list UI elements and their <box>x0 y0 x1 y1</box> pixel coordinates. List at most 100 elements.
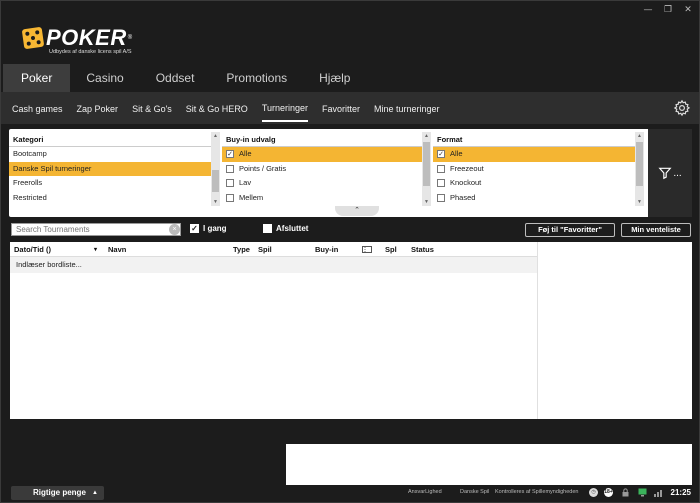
subtab-favoritter[interactable]: Favoritter <box>322 96 360 121</box>
buyin-item[interactable]: Mellem <box>222 191 431 206</box>
format-item[interactable]: Freezeout <box>433 162 644 177</box>
logo-registered: ® <box>127 35 133 41</box>
buyin-scrollbar[interactable]: ▲ ▼ <box>422 132 431 206</box>
format-item[interactable]: Knockout <box>433 176 644 191</box>
filter-panel: Kategori Bootcamp Danske Spil turneringe… <box>9 129 692 217</box>
col-name[interactable]: Navn <box>108 245 126 254</box>
tab-poker[interactable]: Poker <box>3 64 71 92</box>
checkbox[interactable] <box>226 179 234 188</box>
app-window: — ❐ ✕ POKER ® Udbydes af danske licens s… <box>0 0 700 503</box>
kategori-header: Kategori <box>9 132 220 147</box>
sub-nav: Cash games Zap Poker Sit & Go's Sit & Go… <box>1 92 699 124</box>
scroll-down-icon[interactable]: ▼ <box>211 198 220 206</box>
scroll-down-icon[interactable]: ▼ <box>635 198 644 206</box>
lock-icon <box>622 488 629 497</box>
main-nav: Poker Casino Oddset Promotions Hjælp <box>3 64 368 92</box>
buyin-item-label: Points / Gratis <box>239 163 287 173</box>
monitor-icon[interactable] <box>638 488 647 497</box>
age-limit-badge: 18+ <box>604 488 613 497</box>
format-item[interactable]: Phased <box>433 191 644 206</box>
tournament-toolbar: × ✓ I gang Afsluttet Føj til "Favoritter… <box>9 223 692 237</box>
add-favorite-button[interactable]: Føj til "Favoritter" <box>525 223 615 237</box>
checkbox[interactable] <box>437 164 445 173</box>
format-item-label: Knockout <box>450 178 482 187</box>
kategori-item[interactable]: Bootcamp <box>9 147 220 162</box>
sort-down-icon[interactable]: ▾ <box>94 246 97 253</box>
col-game[interactable]: Spil <box>258 245 272 254</box>
i-gang-checkbox[interactable]: ✓ <box>190 224 199 233</box>
gear-icon[interactable] <box>673 99 691 117</box>
scroll-up-icon[interactable]: ▲ <box>635 132 644 140</box>
scroll-thumb[interactable] <box>423 142 430 186</box>
checkbox-checked[interactable]: ✓ <box>226 150 234 159</box>
format-list: Format ✓ Alle Freezeout Knockout Phased ▲… <box>433 132 644 206</box>
filter-button[interactable]: ... <box>648 129 692 217</box>
kategori-scrollbar[interactable]: ▲ ▼ <box>211 132 220 206</box>
tab-promotions[interactable]: Promotions <box>212 64 301 92</box>
buyin-item[interactable]: Points / Gratis <box>222 162 431 177</box>
col-status[interactable]: Status <box>411 245 434 254</box>
format-item-label: Freezeout <box>450 163 484 173</box>
subtab-cash-games[interactable]: Cash games <box>12 96 63 121</box>
close-icon[interactable]: ✕ <box>683 5 693 15</box>
collapse-filters-button[interactable]: ⌃ <box>335 206 379 216</box>
format-item-label: Phased <box>450 192 476 202</box>
details-panel <box>286 444 692 485</box>
spillemyndigheden-label[interactable]: Kontrolleres af Spillemyndigheden <box>495 489 578 495</box>
tab-hjaelp[interactable]: Hjælp <box>305 64 364 92</box>
scroll-thumb[interactable] <box>212 170 219 192</box>
kategori-item[interactable]: Freerolls <box>9 176 220 191</box>
money-mode-button[interactable]: Rigtige penge ▲ <box>11 486 104 500</box>
loading-row: Indlæser bordliste... <box>10 257 537 273</box>
format-header: Format <box>433 132 644 147</box>
filter-more-label: ... <box>673 167 682 179</box>
checkbox[interactable] <box>226 164 234 173</box>
scroll-down-icon[interactable]: ▼ <box>422 198 431 206</box>
ticket-icon[interactable] <box>362 246 372 253</box>
logo-word: POKER <box>46 25 127 50</box>
buyin-item[interactable]: ✓ Alle <box>222 147 431 162</box>
kategori-item[interactable]: Danske Spil turneringer <box>9 161 220 176</box>
scroll-up-icon[interactable]: ▲ <box>422 132 431 140</box>
filter-afsluttet[interactable]: Afsluttet <box>263 224 308 233</box>
format-scrollbar[interactable]: ▲ ▼ <box>635 132 644 206</box>
window-controls: — ❐ ✕ <box>643 5 693 15</box>
subtab-zap-poker[interactable]: Zap Poker <box>77 96 119 121</box>
waitlist-button[interactable]: Min venteliste <box>621 223 691 237</box>
danske-spil-label: Danske Spil <box>460 489 490 495</box>
kategori-item[interactable]: Restricted <box>9 191 220 206</box>
checkbox[interactable] <box>226 193 234 202</box>
col-type[interactable]: Type <box>233 245 250 254</box>
col-buyin[interactable]: Buy-in <box>315 245 338 254</box>
col-players[interactable]: Spl <box>385 245 397 254</box>
subtab-mine-turneringer[interactable]: Mine turneringer <box>374 96 440 121</box>
tab-casino[interactable]: Casino <box>74 64 137 92</box>
search-input[interactable] <box>11 223 181 236</box>
buyin-item-label: Lav <box>239 178 252 187</box>
format-item[interactable]: ✓ Alle <box>433 147 644 162</box>
subtab-sit-and-gos[interactable]: Sit & Go's <box>132 96 172 121</box>
checkbox-checked[interactable]: ✓ <box>437 150 445 159</box>
subtab-sit-and-go-hero[interactable]: Sit & Go HERO <box>186 96 248 121</box>
minimize-icon[interactable]: — <box>643 5 653 15</box>
afsluttet-checkbox[interactable] <box>263 224 272 233</box>
scroll-thumb[interactable] <box>636 142 643 186</box>
scroll-up-icon[interactable]: ▲ <box>211 132 220 140</box>
ansvarlighed-link[interactable]: AnsvarLighed <box>408 489 442 495</box>
tab-oddset[interactable]: Oddset <box>142 64 209 92</box>
buyin-item-label: Mellem <box>239 192 264 202</box>
restore-icon[interactable]: ❐ <box>663 5 673 15</box>
filter-i-gang[interactable]: ✓ I gang <box>190 224 227 233</box>
checkbox[interactable] <box>437 193 445 202</box>
afsluttet-label: Afsluttet <box>276 224 309 233</box>
buyin-item-label: Alle <box>239 149 252 158</box>
buyin-list: Buy-in udvalg ✓ Alle Points / Gratis Lav … <box>222 132 431 206</box>
subtab-turneringer[interactable]: Turneringer <box>261 95 308 122</box>
checkbox[interactable] <box>437 179 445 188</box>
tournament-table: Dato/Tid () ▾ Navn Type Spil Buy-in Spl … <box>10 242 692 419</box>
col-date[interactable]: Dato/Tid () <box>14 245 51 254</box>
buyin-item[interactable]: Lav <box>222 176 431 191</box>
table-header: Dato/Tid () ▾ Navn Type Spil Buy-in Spl … <box>10 242 537 257</box>
clear-search-icon[interactable]: × <box>169 224 180 235</box>
clock-icon[interactable]: ◷ <box>589 488 598 497</box>
